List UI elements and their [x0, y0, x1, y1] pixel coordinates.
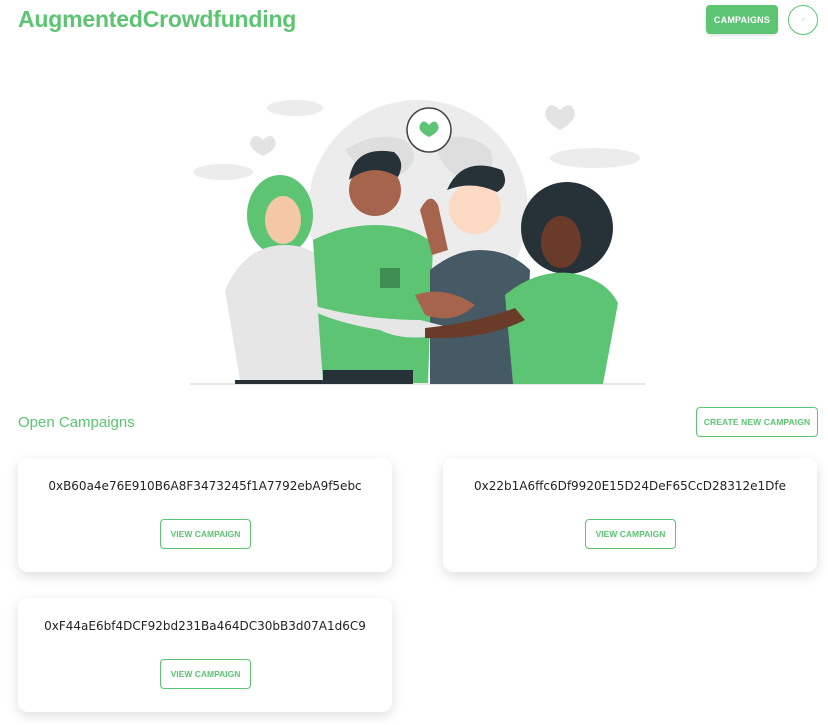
account-circle-icon: ○ — [801, 17, 805, 23]
campaigns-button[interactable]: CAMPAIGNS — [706, 5, 778, 34]
person-four-face — [541, 216, 581, 268]
open-campaigns-heading: Open Campaigns — [18, 414, 135, 431]
campaign-address: 0x22b1A6ffc6Df9920E15D24DeF65CcD28312e1D… — [473, 479, 787, 493]
view-campaign-button[interactable]: VIEW CAMPAIGN — [585, 519, 676, 549]
person-two-body — [313, 225, 433, 383]
create-campaign-button[interactable]: CREATE NEW CAMPAIGN — [696, 407, 818, 437]
campaign-card: 0xF44aE6bf4DCF92bd231Ba464DC30bB3d07A1d6… — [18, 598, 392, 712]
person-two-pocket — [380, 268, 400, 288]
team-illustration — [190, 100, 645, 385]
person-four-body — [505, 272, 618, 384]
campaign-card: 0xB60a4e76E910B6A8F3473245f1A7792ebA9f5e… — [18, 458, 392, 572]
app-header: AugmentedCrowdfunding CAMPAIGNS ○ — [0, 0, 828, 50]
campaign-card: 0x22b1A6ffc6Df9920E15D24DeF65CcD28312e1D… — [443, 458, 817, 572]
cloud — [550, 148, 640, 168]
account-circle-button[interactable]: ○ — [788, 5, 818, 35]
view-campaign-button[interactable]: VIEW CAMPAIGN — [160, 659, 251, 689]
person-two-pants — [323, 370, 413, 384]
person-hijab-legs — [235, 380, 325, 384]
cloud — [267, 100, 323, 116]
person-hijab-face — [265, 196, 301, 244]
cloud — [193, 164, 253, 180]
campaign-address: 0xB60a4e76E910B6A8F3473245f1A7792ebA9f5e… — [48, 479, 362, 493]
heart-shape — [545, 105, 575, 130]
campaign-address: 0xF44aE6bf4DCF92bd231Ba464DC30bB3d07A1d6… — [44, 619, 366, 633]
view-campaign-button[interactable]: VIEW CAMPAIGN — [160, 519, 251, 549]
brand-logo[interactable]: AugmentedCrowdfunding — [18, 6, 296, 33]
heart-shape — [250, 136, 276, 156]
